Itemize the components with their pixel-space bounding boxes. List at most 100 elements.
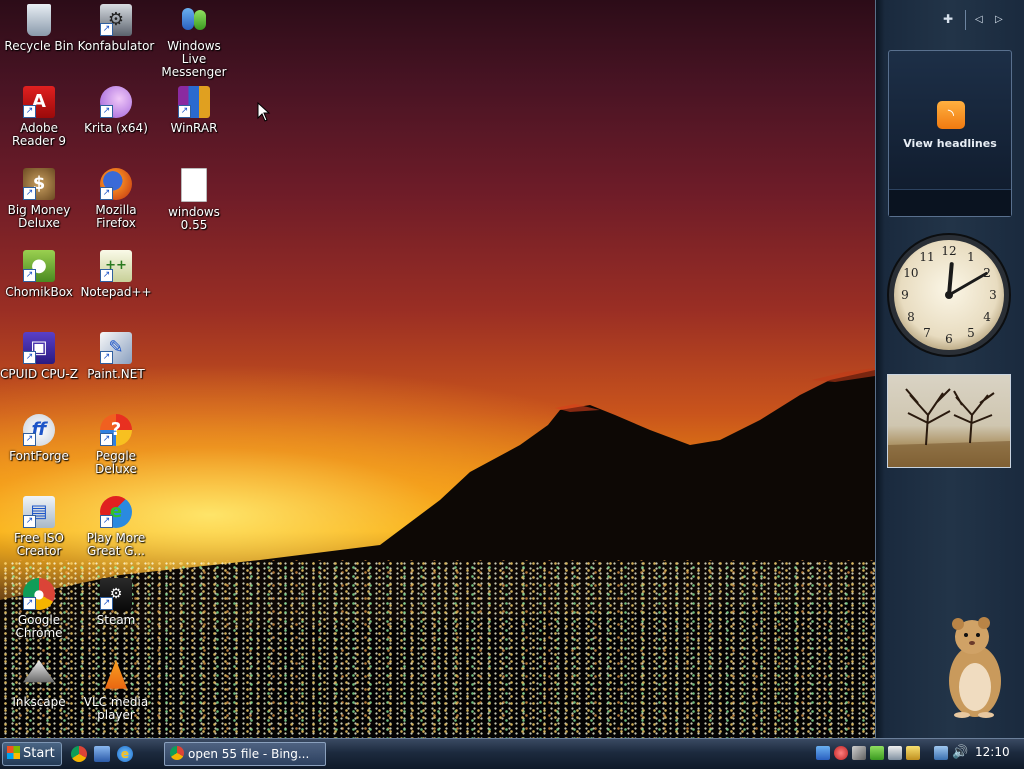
feed-footer xyxy=(889,189,1011,216)
hamster-gadget[interactable] xyxy=(940,615,1010,720)
desktop-icon-adobe-reader[interactable]: A ↗ Adobe Reader 9 xyxy=(0,84,78,148)
desktop-icon-messenger[interactable]: Windows Live Messenger xyxy=(155,2,233,79)
clock-numeral: 7 xyxy=(923,326,931,340)
cpuz-icon: ▣ ↗ xyxy=(23,332,55,364)
clock-numeral: 11 xyxy=(919,250,934,264)
icon-label: Steam xyxy=(96,613,136,627)
previous-page-button[interactable]: ◁ xyxy=(975,14,983,25)
icon-label: Play More Great G... xyxy=(86,531,146,558)
tray-update-icon[interactable] xyxy=(870,746,884,760)
task-label: open 55 file - Bing... xyxy=(188,747,310,761)
clock-numeral: 5 xyxy=(967,326,975,340)
desktop-icon-peggle[interactable]: ? ↗ Peggle Deluxe xyxy=(77,412,155,476)
clock-numeral: 12 xyxy=(941,244,956,258)
tray-app-icon[interactable] xyxy=(888,746,902,760)
icon-label: Big Money Deluxe xyxy=(7,203,71,230)
icon-label: Inkscape xyxy=(12,695,66,709)
icon-label: Mozilla Firefox xyxy=(95,203,137,230)
desktop-icon-winrar[interactable]: ↗ WinRAR xyxy=(155,84,233,135)
clock-numeral: 8 xyxy=(907,310,915,324)
icon-label: Recycle Bin xyxy=(4,39,74,53)
tray-network-status-icon[interactable] xyxy=(934,746,948,760)
desktop-icon-firefox[interactable]: ↗ Mozilla Firefox xyxy=(77,166,155,230)
icon-label: Google Chrome xyxy=(15,613,63,640)
clock-numeral: 3 xyxy=(989,288,997,302)
slideshow-gadget[interactable] xyxy=(887,374,1011,468)
desktop-icon-windows-055[interactable]: windows 0.55 xyxy=(155,166,233,232)
icon-label: Konfabulator xyxy=(77,39,155,53)
notepadpp-icon: ++ ↗ xyxy=(100,250,132,282)
desktop[interactable]: Recycle Bin A ↗ Adobe Reader 9 $ ↗ Big Mon… xyxy=(0,0,875,738)
inkscape-icon xyxy=(23,660,55,683)
tree-photo xyxy=(888,388,1010,467)
krita-icon: ↗ xyxy=(100,86,132,118)
quicklaunch-show-desktop-icon[interactable] xyxy=(94,746,110,762)
clock-numeral: 9 xyxy=(901,288,909,302)
fontforge-icon: ff ↗ xyxy=(23,414,55,446)
rss-icon: ◝ xyxy=(937,101,965,129)
mouse-cursor-icon xyxy=(257,102,271,122)
peggle-icon: ? ↗ xyxy=(100,414,132,446)
icon-label: Notepad++ xyxy=(80,285,152,299)
vlc-icon xyxy=(104,660,128,689)
recycle-bin-icon xyxy=(27,4,51,36)
tray-device-icon[interactable] xyxy=(852,746,866,760)
desktop-icon-fontforge[interactable]: ff ↗ FontForge xyxy=(0,412,78,463)
clock-pin xyxy=(945,291,953,299)
next-page-button[interactable]: ▷ xyxy=(995,14,1003,25)
desktop-icon-cpuz[interactable]: ▣ ↗ CPUID CPU-Z xyxy=(0,330,78,381)
desktop-icon-paintnet[interactable]: ✎ ↗ Paint.NET xyxy=(77,330,155,381)
desktop-icon-konfabulator[interactable]: ⚙ ↗ Konfabulator xyxy=(77,2,155,53)
clock-numeral: 4 xyxy=(983,310,991,324)
icon-label: Windows Live Messenger xyxy=(161,39,227,79)
taskbar-clock[interactable]: 12:10 xyxy=(975,745,1010,759)
quicklaunch-ie-icon[interactable]: e xyxy=(117,746,133,762)
desktop-icon-chomikbox[interactable]: ● ↗ ChomikBox xyxy=(0,248,78,299)
desktop-icon-recycle-bin[interactable]: Recycle Bin xyxy=(0,2,78,53)
feed-title[interactable]: View headlines xyxy=(889,137,1011,150)
add-gadget-button[interactable]: ✚ xyxy=(943,12,953,26)
steam-icon: ⚙ ↗ xyxy=(100,578,132,610)
konfabulator-icon: ⚙ ↗ xyxy=(100,4,132,36)
icon-label: windows 0.55 xyxy=(168,205,220,232)
desktop-icon-notepadpp[interactable]: ++ ↗ Notepad++ xyxy=(77,248,155,299)
quicklaunch-chrome-icon[interactable] xyxy=(71,746,87,762)
start-label: Start xyxy=(23,746,55,761)
clock-hour-hand xyxy=(947,262,954,297)
desktop-icon-big-money[interactable]: $ ↗ Big Money Deluxe xyxy=(0,166,78,230)
desktop-icon-steam[interactable]: ⚙ ↗ Steam xyxy=(77,576,155,627)
chrome-icon: ● ↗ xyxy=(23,578,55,610)
icon-label: Paint.NET xyxy=(87,367,145,381)
firefox-icon: ↗ xyxy=(100,168,132,200)
file-icon xyxy=(181,168,207,202)
desktop-icon-chrome[interactable]: ● ↗ Google Chrome xyxy=(0,576,78,640)
tray-utility-icon[interactable] xyxy=(906,746,920,760)
start-button[interactable]: Start xyxy=(2,742,62,766)
desktop-icon-inkscape[interactable]: Inkscape xyxy=(0,658,78,709)
clock-gadget[interactable]: 121234567891011 xyxy=(886,232,1012,358)
chomikbox-icon: ● ↗ xyxy=(23,250,55,282)
desktop-icon-free-iso[interactable]: ▤ ↗ Free ISO Creator xyxy=(0,494,78,558)
icon-label: ChomikBox xyxy=(5,285,73,299)
games-icon: e ↗ xyxy=(100,496,132,528)
icon-label: Krita (x64) xyxy=(84,121,148,135)
chrome-icon xyxy=(170,746,184,760)
windows-flag-icon xyxy=(7,746,20,759)
desktop-icon-play-more[interactable]: e ↗ Play More Great G... xyxy=(77,494,155,558)
taskbar-button-bing[interactable]: open 55 file - Bing... xyxy=(164,742,326,766)
icon-label: CPUID CPU-Z xyxy=(0,367,78,381)
clock-numeral: 6 xyxy=(945,332,953,346)
feed-headlines-gadget[interactable]: ◝ View headlines xyxy=(888,50,1012,217)
sidebar-divider xyxy=(965,10,966,30)
icon-label: WinRAR xyxy=(170,121,218,135)
desktop-icon-vlc[interactable]: VLC media player xyxy=(77,658,155,722)
tray-volume-icon[interactable]: 🔊 xyxy=(952,746,968,760)
winrar-icon: ↗ xyxy=(178,86,210,118)
icon-label: Peggle Deluxe xyxy=(95,449,137,476)
desktop-icon-krita[interactable]: ↗ Krita (x64) xyxy=(77,84,155,135)
messenger-icon xyxy=(178,4,210,36)
icon-label: Free ISO Creator xyxy=(14,531,64,558)
tray-security-icon[interactable] xyxy=(834,746,848,760)
icon-label: VLC media player xyxy=(83,695,149,722)
tray-network-icon[interactable] xyxy=(816,746,830,760)
